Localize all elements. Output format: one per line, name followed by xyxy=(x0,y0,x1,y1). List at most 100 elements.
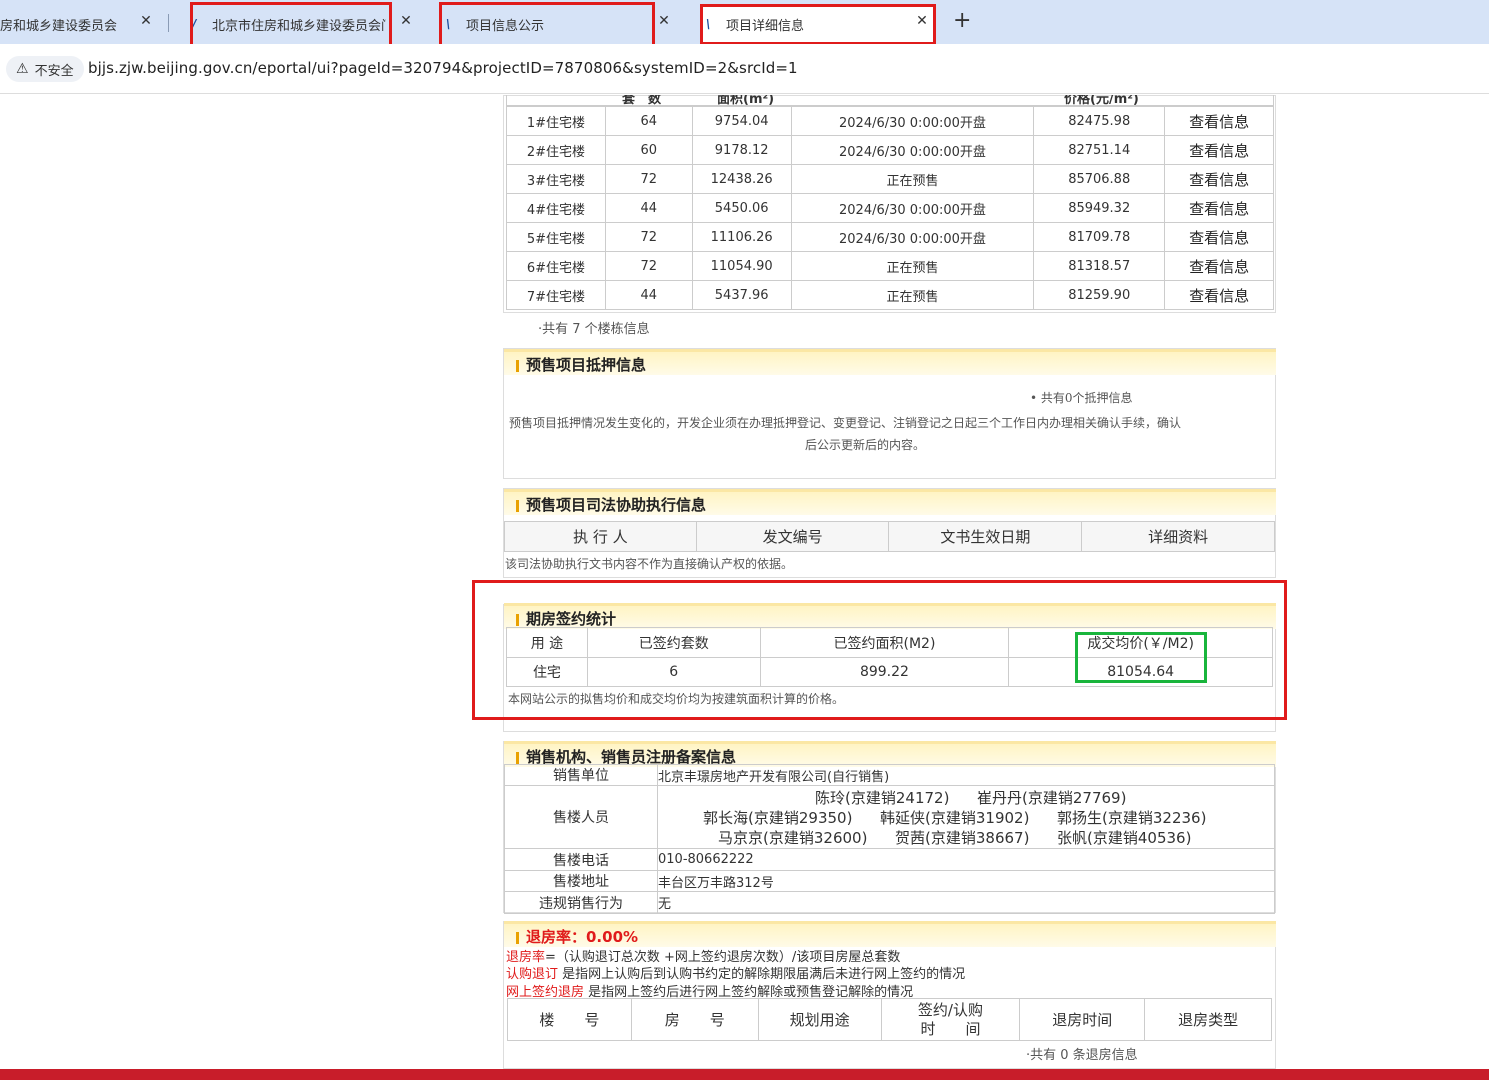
col-planned-use: 规划用途 xyxy=(757,998,882,1041)
judicial-note: 该司法协助执行文书内容不作为直接确认产权的依据。 xyxy=(505,557,794,571)
sale-status: 2024/6/30 0:00:00开盘 xyxy=(790,135,1035,165)
sale-status: 2024/6/30 0:00:00开盘 xyxy=(790,222,1035,252)
tab-1[interactable]: 房和城乡建设委员会 ✕ xyxy=(0,4,160,44)
building-name: 4#住宅楼 xyxy=(506,193,606,223)
security-indicator[interactable]: ⚠ 不安全 xyxy=(6,56,84,82)
view-info-link[interactable]: 查看信息 xyxy=(1164,193,1274,223)
view-info-link[interactable]: 查看信息 xyxy=(1164,280,1274,310)
sale-status: 2024/6/30 0:00:00开盘 xyxy=(790,193,1035,223)
col-refund-time: 退房时间 xyxy=(1019,998,1146,1041)
col-room-no: 房 号 xyxy=(630,998,759,1041)
building-area: 11054.90 xyxy=(691,251,792,281)
view-info-link[interactable]: 查看信息 xyxy=(1164,164,1274,194)
unit-count: 72 xyxy=(604,251,693,281)
building-name: 1#住宅楼 xyxy=(506,106,606,136)
building-area: 11106.26 xyxy=(691,222,792,252)
refund-section-header: 退房率：0.00% xyxy=(504,921,1276,947)
tab-2-close-icon[interactable]: ✕ xyxy=(398,13,414,29)
mortgage-title: 预售项目抵押信息 xyxy=(526,356,647,374)
unit-count: 72 xyxy=(604,222,693,252)
building-price: 81318.57 xyxy=(1033,251,1166,281)
col-effective-date: 文书生效日期 xyxy=(888,521,1083,552)
table-row: 3#住宅楼 72 12438.26 正在预售 85706.88 查看信息 xyxy=(506,164,1274,194)
table-row: 1#住宅楼 64 9754.04 2024/6/30 0:00:00开盘 82475.9… xyxy=(506,106,1274,136)
sales-table: 销售单位 北京丰璟房地产开发有限公司(自行销售) 售楼人员 陈玲(京建销2417… xyxy=(504,764,1275,914)
table-row: 4#住宅楼 44 5450.06 2024/6/30 0:00:00开盘 85949.3… xyxy=(506,193,1274,223)
staff-member: 崔丹丹(京建销27769) xyxy=(977,789,1127,807)
unit-count: 44 xyxy=(604,193,693,223)
view-info-link[interactable]: 查看信息 xyxy=(1164,106,1274,136)
building-area: 9754.04 xyxy=(691,106,792,136)
mortgage-section-header: 预售项目抵押信息 xyxy=(504,349,1276,375)
sales-phone-label: 售楼电话 xyxy=(504,848,658,871)
sales-address-label: 售楼地址 xyxy=(504,870,658,892)
sales-violation-value: 无 xyxy=(657,891,1275,914)
building-price: 82751.14 xyxy=(1033,135,1166,165)
unit-count: 64 xyxy=(604,106,693,136)
tab-1-close-icon[interactable]: ✕ xyxy=(138,13,154,29)
staff-member: 陈玲(京建销24172) xyxy=(815,789,950,807)
refund-def-2-text: 是指网上认购后到认购书约定的解除期限届满后未进行网上签约的情况 xyxy=(558,967,966,982)
sales-address-value: 丰台区万丰路312号 xyxy=(657,870,1275,892)
col-sign-time: 签约/认购 时 间 xyxy=(880,998,1021,1041)
building-name: 5#住宅楼 xyxy=(506,222,606,252)
staff-member: 郭扬生(京建销32236) xyxy=(1057,809,1207,827)
col-sign-time-line2: 时 间 xyxy=(920,1019,981,1038)
view-info-link[interactable]: 查看信息 xyxy=(1164,251,1274,281)
building-area: 9178.12 xyxy=(691,135,792,165)
unit-count: 60 xyxy=(604,135,693,165)
staff-member: 郭长海(京建销29350) xyxy=(703,809,853,827)
url-field[interactable]: bjjs.zjw.beijing.gov.cn/eportal/ui?pageI… xyxy=(88,59,798,77)
sales-staff-label: 售楼人员 xyxy=(504,785,658,849)
header-price: 价格(元/m²) xyxy=(1064,95,1139,106)
security-label: 不安全 xyxy=(34,63,74,79)
sales-unit-label: 销售单位 xyxy=(504,764,658,786)
refund-def-2-key: 认购退订 xyxy=(506,967,559,982)
header-area: 面积(m²) xyxy=(717,95,775,106)
tab-3-close-icon[interactable]: ✕ xyxy=(656,13,672,29)
col-executor: 执 行 人 xyxy=(504,521,697,552)
refund-total: ·共有 0 条退房信息 xyxy=(1026,1048,1138,1063)
new-tab-button[interactable]: + xyxy=(953,8,971,33)
mortgage-note-2: 后公示更新后的内容。 xyxy=(805,438,926,452)
building-price: 82475.98 xyxy=(1033,106,1166,136)
building-area: 5450.06 xyxy=(691,193,792,223)
building-price: 85949.32 xyxy=(1033,193,1166,223)
staff-member: 贺茜(京建销38667) xyxy=(895,829,1030,847)
building-name: 3#住宅楼 xyxy=(506,164,606,194)
sales-phone-value: 010-80662222 xyxy=(657,848,1275,871)
address-bar: ⚠ 不安全 bjjs.zjw.beijing.gov.cn/eportal/ui… xyxy=(0,44,1489,94)
table-row: 7#住宅楼 44 5437.96 正在预售 81259.90 查看信息 xyxy=(506,280,1274,310)
section-marker xyxy=(516,500,519,512)
table-row: 5#住宅楼 72 11106.26 2024/6/30 0:00:00开盘 81709.… xyxy=(506,222,1274,252)
mortgage-note-1: 预售项目抵押情况发生变化的，开发企业须在办理抵押登记、变更登记、注销登记之日起三… xyxy=(509,416,1182,430)
judicial-section-header: 预售项目司法协助执行信息 xyxy=(504,489,1276,515)
sales-unit-value: 北京丰璟房地产开发有限公司(自行销售) xyxy=(657,764,1275,786)
building-name: 6#住宅楼 xyxy=(506,251,606,281)
building-name: 7#住宅楼 xyxy=(506,280,606,310)
sales-violation-label: 违规销售行为 xyxy=(504,891,658,914)
staff-member: 韩延侠(京建销31902) xyxy=(880,809,1030,827)
tab-1-label: 房和城乡建设委员会 xyxy=(0,18,118,34)
annotation-box-avg-price xyxy=(1075,632,1207,683)
annotation-box-tab-2 xyxy=(190,2,392,50)
building-price: 81709.78 xyxy=(1033,222,1166,252)
section-marker xyxy=(516,360,519,372)
bottom-banner xyxy=(0,1069,1489,1080)
refund-title: 退房率：0.00% xyxy=(526,928,639,946)
building-price: 81259.90 xyxy=(1033,280,1166,310)
buildings-total: ·共有 7 个楼栋信息 xyxy=(538,322,650,337)
col-refund-type: 退房类型 xyxy=(1144,998,1272,1041)
buildings-table: 1#住宅楼 64 9754.04 2024/6/30 0:00:00开盘 82475.9… xyxy=(506,106,1274,310)
sale-status: 正在预售 xyxy=(790,280,1035,310)
judicial-title: 预售项目司法协助执行信息 xyxy=(526,496,707,514)
view-info-link[interactable]: 查看信息 xyxy=(1164,135,1274,165)
col-building-no: 楼 号 xyxy=(507,998,632,1041)
view-info-link[interactable]: 查看信息 xyxy=(1164,222,1274,252)
sale-status: 2024/6/30 0:00:00开盘 xyxy=(790,106,1035,136)
section-marker xyxy=(516,932,519,944)
table-row: 2#住宅楼 60 9178.12 2024/6/30 0:00:00开盘 82751.1… xyxy=(506,135,1274,165)
refund-def-2: 认购退订 是指网上认购后到认购书约定的解除期限届满后未进行网上签约的情况 xyxy=(506,963,965,982)
unit-count: 72 xyxy=(604,164,693,194)
annotation-box-tab-4 xyxy=(700,4,936,45)
